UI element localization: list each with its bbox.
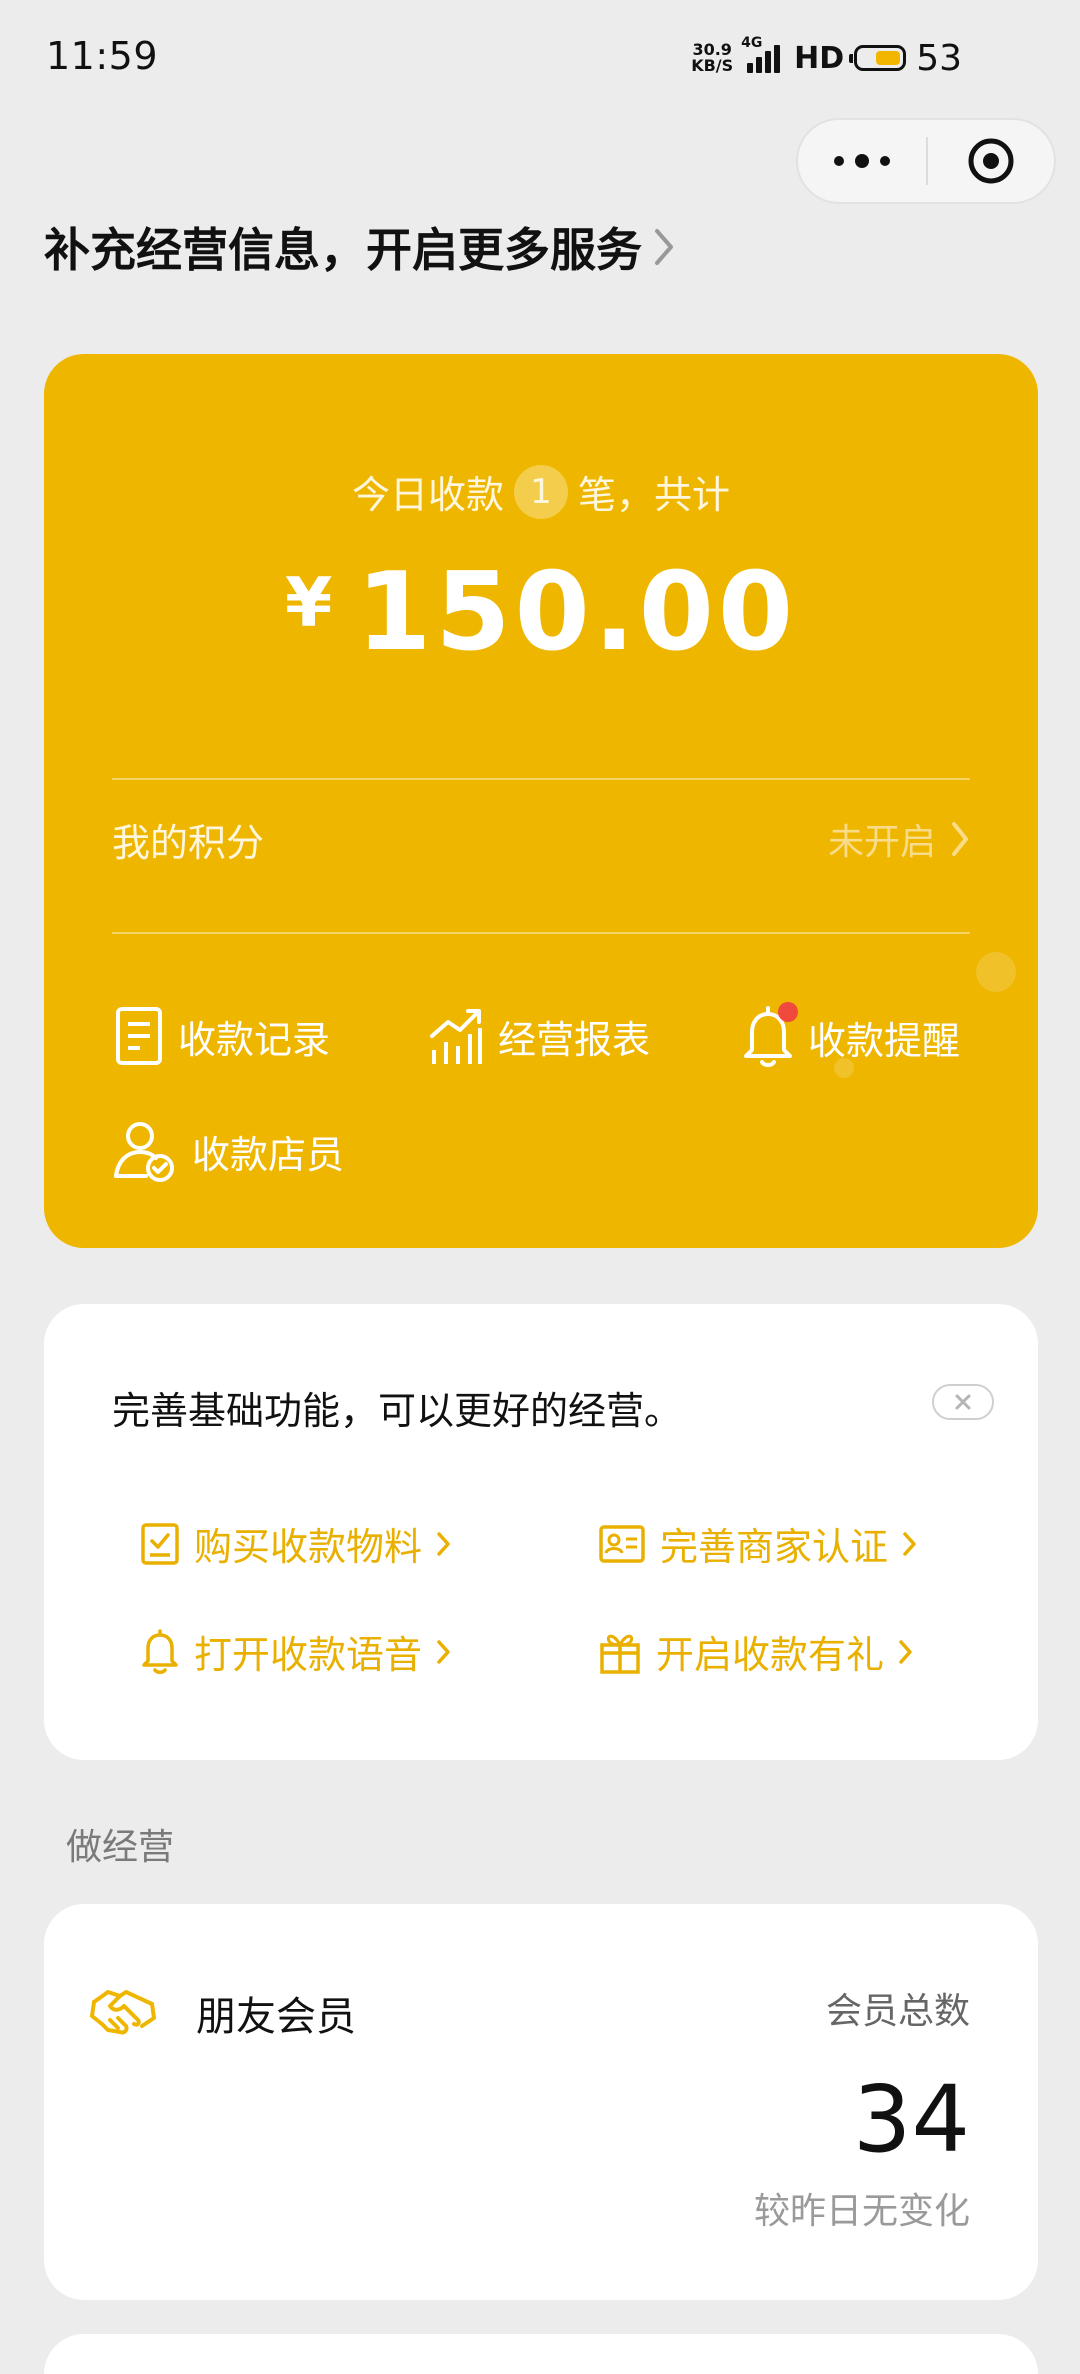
- member-title-row: 朋友会员: [90, 1984, 356, 2042]
- points-row[interactable]: 我的积分 未开启: [112, 784, 970, 894]
- close-icon: [955, 1394, 971, 1410]
- payment-records-button[interactable]: 收款记录: [114, 1006, 330, 1066]
- buy-payment-materials-link[interactable]: 购买收款物料: [140, 1516, 452, 1571]
- chevron-right-icon: [437, 1639, 450, 1664]
- close-miniprogram-button[interactable]: [928, 120, 1054, 202]
- dismiss-tips-button[interactable]: [932, 1384, 994, 1420]
- status-time: 11:59: [46, 34, 159, 78]
- today-count-badge: 1: [514, 464, 568, 519]
- merchant-verification-link[interactable]: 完善商家认证: [598, 1516, 918, 1571]
- quick-action-label: 收款记录: [178, 1017, 331, 1062]
- member-change-text: 较昨日无变化: [753, 2191, 970, 2232]
- points-label: 我的积分: [112, 820, 265, 865]
- signal-icon: 4G: [741, 35, 781, 73]
- chevron-right-icon: [437, 1531, 450, 1556]
- today-prefix: 今日收款: [351, 473, 504, 517]
- network-speed: 30.9 KB/S: [691, 42, 733, 74]
- quick-action-label: 经营报表: [498, 1017, 651, 1062]
- receipt-icon: [116, 1007, 162, 1065]
- status-bar: 11:59 30.9 KB/S 4G HD 53: [0, 0, 1080, 120]
- enable-payment-voice-link[interactable]: 打开收款语音: [140, 1624, 452, 1679]
- currency-symbol: ¥: [284, 564, 333, 643]
- payment-reminder-button[interactable]: 收款提醒: [742, 1002, 961, 1068]
- more-button[interactable]: [798, 120, 926, 202]
- payment-gift-link[interactable]: 开启收款有礼: [598, 1624, 914, 1679]
- network-type: 4G: [741, 35, 763, 51]
- today-amount: ¥ 150.00: [44, 550, 1038, 675]
- battery-icon: [849, 45, 907, 71]
- chevron-right-icon: [903, 1531, 916, 1556]
- tip-link-label: 完善商家认证: [660, 1525, 889, 1569]
- card-divider: [112, 932, 970, 934]
- member-total-label: 会员总数: [825, 1991, 970, 2032]
- next-card: [44, 2334, 1038, 2374]
- chart-icon: [430, 1009, 482, 1064]
- target-close-icon: [968, 138, 1014, 184]
- chevron-right-icon: [952, 822, 968, 856]
- member-title: 朋友会员: [196, 1994, 356, 2040]
- miniprogram-capsule: [796, 118, 1056, 204]
- battery-level: 53: [916, 37, 962, 79]
- complete-business-info-link[interactable]: 补充经营信息，开启更多服务: [44, 214, 676, 280]
- id-card-icon: [599, 1524, 645, 1563]
- amount-value: 150.00: [356, 550, 798, 675]
- tip-link-label: 购买收款物料: [194, 1525, 423, 1569]
- chevron-right-icon: [655, 229, 673, 265]
- member-total-value: 34: [852, 2066, 970, 2173]
- quick-action-label: 收款店员: [192, 1132, 345, 1177]
- notification-dot: [778, 1002, 798, 1022]
- quick-action-label: 收款提醒: [808, 1018, 961, 1063]
- tip-link-label: 开启收款有礼: [656, 1633, 885, 1677]
- business-report-button[interactable]: 经营报表: [428, 1006, 650, 1066]
- feature-tips-card: 完善基础功能，可以更好的经营。 购买收款物料 完善商家认证 打开收款语音 开启收…: [44, 1304, 1038, 1760]
- today-summary: 今日收款 1 笔，共计: [44, 464, 1038, 519]
- tips-title: 完善基础功能，可以更好的经营。: [112, 1389, 683, 1433]
- tip-link-label: 打开收款语音: [194, 1633, 423, 1677]
- page-title: 补充经营信息，开启更多服务: [44, 223, 642, 277]
- points-status-group: 未开启: [828, 813, 970, 865]
- payment-staff-button[interactable]: 收款店员: [112, 1120, 344, 1182]
- more-dots-icon: [834, 154, 890, 168]
- payment-summary-card: 今日收款 1 笔，共计 ¥ 150.00 我的积分 未开启 收款记录 经营报表 …: [44, 354, 1038, 1248]
- network-speed-unit: KB/S: [691, 56, 734, 75]
- chevron-right-icon: [899, 1639, 912, 1664]
- gift-icon: [600, 1634, 640, 1674]
- card-divider: [112, 778, 970, 780]
- material-icon: [141, 1522, 179, 1565]
- decorative-circle: [976, 952, 1016, 992]
- today-suffix: 笔，共计: [578, 473, 731, 517]
- points-status: 未开启: [827, 822, 936, 863]
- bell-icon: [142, 1628, 178, 1674]
- friend-member-card[interactable]: 朋友会员 会员总数 34 较昨日无变化: [44, 1904, 1038, 2300]
- handshake-icon: [90, 1990, 156, 2035]
- section-label-business: 做经营: [66, 1827, 175, 1868]
- status-indicators: 30.9 KB/S 4G HD 53: [691, 35, 962, 80]
- staff-icon: [114, 1122, 174, 1182]
- hd-indicator: HD: [794, 40, 845, 76]
